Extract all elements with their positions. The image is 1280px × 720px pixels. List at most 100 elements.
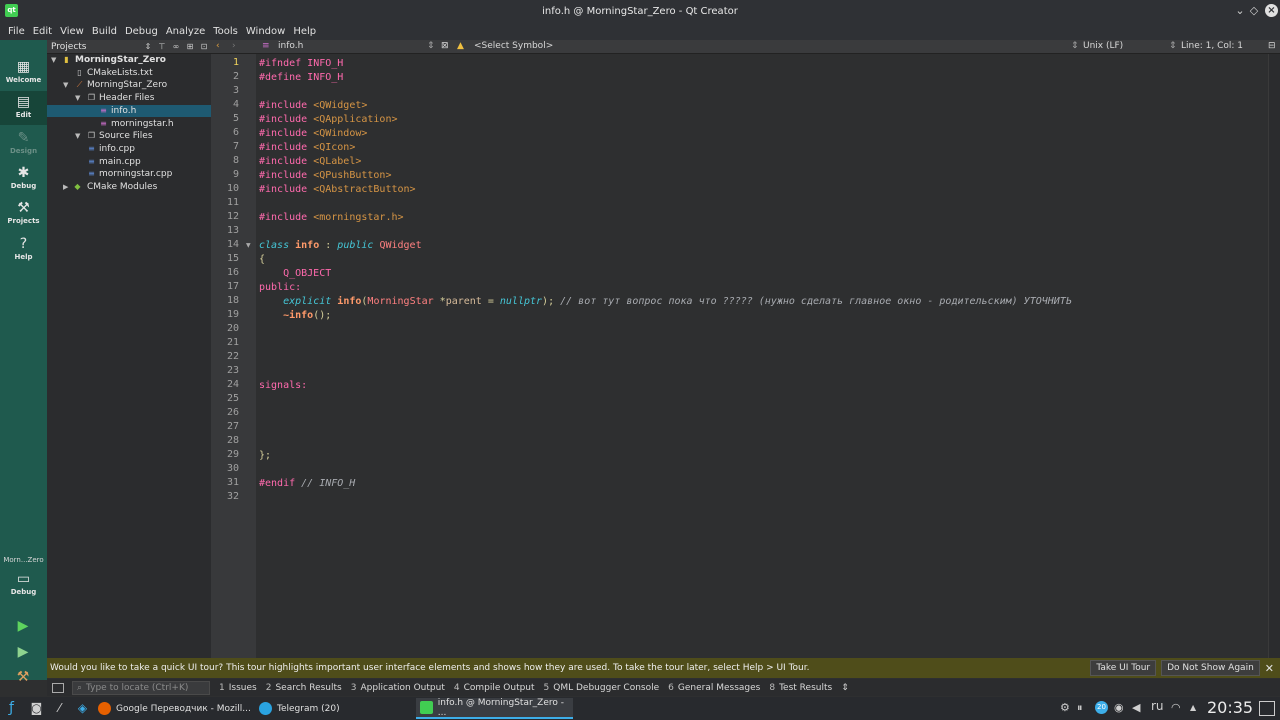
tree-item-cmakelists[interactable]: ▯ CMakeLists.txt [47,67,211,80]
symbol-selector[interactable]: <Select Symbol> [474,41,553,51]
back-icon[interactable]: ‹ [216,41,220,51]
cursor-position[interactable]: Line: 1, Col: 1 [1181,41,1243,51]
line-number: 25 [226,393,239,404]
folder-icon: ❐ [87,131,96,141]
task-telegram[interactable]: Telegram (20) [255,698,413,719]
projects-view-selector[interactable]: Projects [51,42,141,52]
code-line-6: #include <QWindow> [259,128,368,139]
shield-icon[interactable]: ◉ [1114,701,1124,714]
volume-icon[interactable]: ◀ [1132,701,1140,714]
tree-item-main-cpp[interactable]: ≡ main.cpp [47,156,211,169]
menu-window[interactable]: Window [242,26,289,37]
tab-issues[interactable]: 1 Issues [219,683,257,693]
chevron-updown-icon[interactable]: ⇕ [1169,41,1177,51]
notification-badge[interactable]: 20 [1095,701,1108,714]
clock[interactable]: 20:35 [1207,698,1253,717]
fold-marker-icon[interactable]: ▼ [246,242,251,249]
tree-item-morningstar-h[interactable]: ≡ morningstar.h [47,118,211,131]
code-line-18: explicit info(MorningStar *parent = null… [283,296,1072,307]
code-line-15: { [259,254,266,265]
tab-compile-output[interactable]: 4 Compile Output [454,683,535,693]
tab-search-results[interactable]: 2 Search Results [266,683,342,693]
app-icon[interactable]: ⁄ [51,700,68,717]
maximize-icon[interactable]: ◇ [1246,3,1262,19]
chevron-updown-icon[interactable]: ⇕ [141,42,155,51]
tree-item-cmake-modules[interactable]: ▶ ◆ CMake Modules [47,181,211,194]
code-editor[interactable]: #ifndef INFO_H #define INFO_H #include <… [256,54,1268,658]
tab-qml-debugger-console[interactable]: 5 QML Debugger Console [544,683,660,693]
do-not-show-again-button[interactable]: Do Not Show Again [1161,660,1260,676]
menu-file[interactable]: File [4,26,29,37]
show-desktop-icon[interactable] [1259,701,1275,716]
app-launcher-icon[interactable]: ƒ [3,700,20,717]
mode-projects[interactable]: ⚒ Projects [0,197,47,231]
task-firefox[interactable]: Google Переводчик - Mozill... [94,698,252,719]
mode-help[interactable]: ? Help [0,233,47,267]
chevron-up-icon[interactable]: ▲ [1190,703,1196,712]
tree-item-source-files[interactable]: ▼ ❐ Source Files [47,130,211,143]
search-icon: ⌕ [77,682,83,693]
split-editor-icon[interactable]: ⊟ [1268,41,1276,51]
tree-item-info-h[interactable]: ≡ info.h [47,104,211,118]
pause-icon[interactable]: ⏸ [1077,701,1083,715]
filter-icon[interactable]: ⊤ [155,42,169,51]
line-number: 19 [226,309,239,320]
chevron-updown-icon[interactable]: ⇕ [1071,41,1079,51]
grid-icon: ▦ [16,59,31,75]
kit-selector[interactable]: ▭ Debug [0,568,47,602]
run-icon[interactable]: ▶ [14,617,32,635]
tab-application-output[interactable]: 3 Application Output [351,683,445,693]
mode-welcome[interactable]: ▦ Welcome [0,56,47,90]
locator-input[interactable]: ⌕ Type to locate (Ctrl+K) [72,680,210,695]
tree-item-header-files[interactable]: ▼ ❐ Header Files [47,92,211,105]
menu-tools[interactable]: Tools [209,26,242,37]
discord-icon[interactable]: ◙ [28,700,45,717]
menu-build[interactable]: Build [88,26,121,37]
menu-view[interactable]: View [56,26,88,37]
split-icon[interactable]: ⊞ [183,42,197,51]
warning-icon: ▲ [457,41,464,51]
tree-item-target[interactable]: ▼ ⟋ MorningStar_Zero [47,79,211,92]
close-icon[interactable]: × [1265,4,1278,17]
title-bar: qt info.h @ MorningStar_Zero - Qt Creato… [0,0,1280,22]
menu-debug[interactable]: Debug [121,26,162,37]
chevron-updown-icon[interactable]: ⇕ [427,41,435,51]
toggle-sidebar-icon[interactable] [52,682,64,693]
build-hammer-icon[interactable]: ⚒ [14,668,32,686]
open-documents-selector[interactable]: info.h [278,41,303,51]
keyboard-layout[interactable]: ru [1151,699,1164,713]
mode-edit[interactable]: ▤ Edit [0,91,47,125]
line-number: 9 [232,169,239,180]
task-qt-creator[interactable]: info.h @ MorningStar_Zero - ... [416,698,573,719]
line-number: 18 [226,295,239,306]
close-document-icon[interactable]: ⊠ [441,41,449,51]
mode-design[interactable]: ✎ Design [0,127,47,161]
forward-icon[interactable]: › [232,41,236,51]
tree-item-project-root[interactable]: ▼ ▮ MorningStar_Zero [47,54,211,67]
menu-edit[interactable]: Edit [29,26,56,37]
editor-scrollbar[interactable] [1268,54,1280,658]
chevron-updown-icon[interactable]: ⇕ [841,683,849,693]
line-number: 7 [232,141,239,152]
close-icon[interactable]: ✕ [1265,662,1274,675]
take-ui-tour-button[interactable]: Take UI Tour [1090,660,1157,676]
mode-debug[interactable]: ✱ Debug [0,162,47,196]
tree-item-morningstar-cpp[interactable]: ≡ morningstar.cpp [47,168,211,181]
debug-run-icon[interactable]: ▶ [14,643,32,661]
link-icon[interactable]: ∞ [169,42,183,51]
settings-icon[interactable]: ⚙ [1060,701,1070,714]
code-line-10: #include <QAbstractButton> [259,184,416,195]
line-number: 22 [226,351,239,362]
help-icon: ? [19,236,28,252]
wifi-icon[interactable]: ◠ [1171,701,1181,714]
close-pane-icon[interactable]: ⊡ [197,42,211,51]
vscode-icon[interactable]: ◈ [74,700,91,717]
line-number: 14 [226,239,239,250]
tab-general-messages[interactable]: 6 General Messages [668,683,760,693]
tab-test-results[interactable]: 8 Test Results [769,683,832,693]
tree-item-info-cpp[interactable]: ≡ info.cpp [47,143,211,156]
line-number: 10 [226,183,239,194]
menu-analyze[interactable]: Analyze [162,26,209,37]
menu-help[interactable]: Help [289,26,320,37]
line-ending-selector[interactable]: Unix (LF) [1083,41,1123,51]
